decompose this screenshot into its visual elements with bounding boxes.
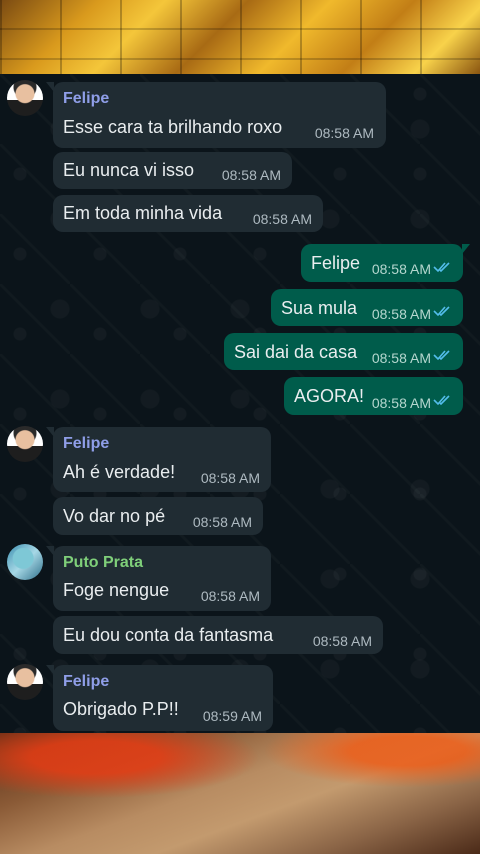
read-receipt-icon (433, 262, 450, 273)
message-time: 08:58 AM (371, 395, 431, 411)
message-time: 08:58 AM (312, 633, 372, 649)
message-time: 08:58 AM (200, 470, 260, 486)
message-bubble[interactable]: Eu nunca vi isso 08:58 AM (53, 152, 292, 189)
message-time: 08:59 AM (202, 708, 262, 724)
message-text: Ah é verdade! (63, 462, 176, 482)
felipe-avatar[interactable] (7, 426, 43, 462)
message-text: Felipe (311, 253, 361, 273)
read-receipt-icon (433, 350, 450, 361)
bubble-tail (46, 665, 54, 675)
bubble-tail (46, 546, 54, 556)
message-bubble[interactable]: Felipe Ah é verdade! 08:58 AM (46, 427, 271, 492)
game-background-bottom (0, 733, 480, 854)
message-bubble[interactable]: Em toda minha vida 08:58 AM (53, 195, 323, 232)
message-time: 08:58 AM (200, 588, 260, 604)
message-text: AGORA! (294, 386, 365, 406)
sender-name: Felipe (63, 673, 110, 690)
felipe-avatar[interactable] (7, 664, 43, 700)
message-text: Esse cara ta brilhando roxo (63, 117, 283, 137)
message-text: Em toda minha vida (63, 203, 223, 223)
bubble-tail (46, 82, 54, 92)
message-bubble[interactable]: Felipe Obrigado P.P!! 08:59 AM (46, 665, 273, 731)
puto-prata-avatar[interactable] (7, 544, 43, 580)
message-text: Sua mula (281, 298, 358, 318)
message-text: Sai dai da casa (234, 342, 358, 362)
message-text: Obrigado P.P!! (63, 699, 179, 719)
message-bubble[interactable]: AGORA! 08:58 AM (284, 377, 463, 415)
message-bubble[interactable]: Felipe 08:58 AM (301, 244, 470, 282)
message-text: Eu dou conta da fantasma (63, 625, 274, 645)
message-bubble[interactable]: Eu dou conta da fantasma 08:58 AM (53, 616, 383, 654)
chat-panel[interactable]: Felipe Esse cara ta brilhando roxo 08:58… (0, 74, 480, 733)
game-background-top (0, 0, 480, 74)
message-text: Vo dar no pé (63, 506, 166, 526)
message-time: 08:58 AM (371, 350, 431, 366)
sender-name: Felipe (63, 435, 110, 452)
message-bubble[interactable]: Felipe Esse cara ta brilhando roxo 08:58… (46, 82, 386, 148)
message-time: 08:58 AM (252, 211, 312, 227)
message-time: 08:58 AM (192, 514, 252, 530)
bubble-tail (462, 244, 470, 254)
read-receipt-icon (433, 306, 450, 317)
message-bubble[interactable]: Vo dar no pé 08:58 AM (53, 497, 263, 535)
sender-name: Puto Prata (63, 554, 144, 571)
sender-name: Felipe (63, 90, 110, 107)
message-bubble[interactable]: Puto Prata Foge nengue 08:58 AM (46, 546, 271, 611)
message-text: Foge nengue (63, 580, 170, 600)
read-receipt-icon (433, 395, 450, 406)
message-time: 08:58 AM (371, 306, 431, 322)
message-text: Eu nunca vi isso (63, 160, 195, 180)
message-bubble[interactable]: Sai dai da casa 08:58 AM (224, 333, 463, 370)
bubble-tail (46, 427, 54, 437)
felipe-avatar[interactable] (7, 80, 43, 116)
message-time: 08:58 AM (221, 167, 281, 183)
message-bubble[interactable]: Sua mula 08:58 AM (271, 289, 463, 326)
message-time: 08:58 AM (371, 261, 431, 277)
message-time: 08:58 AM (314, 125, 374, 141)
